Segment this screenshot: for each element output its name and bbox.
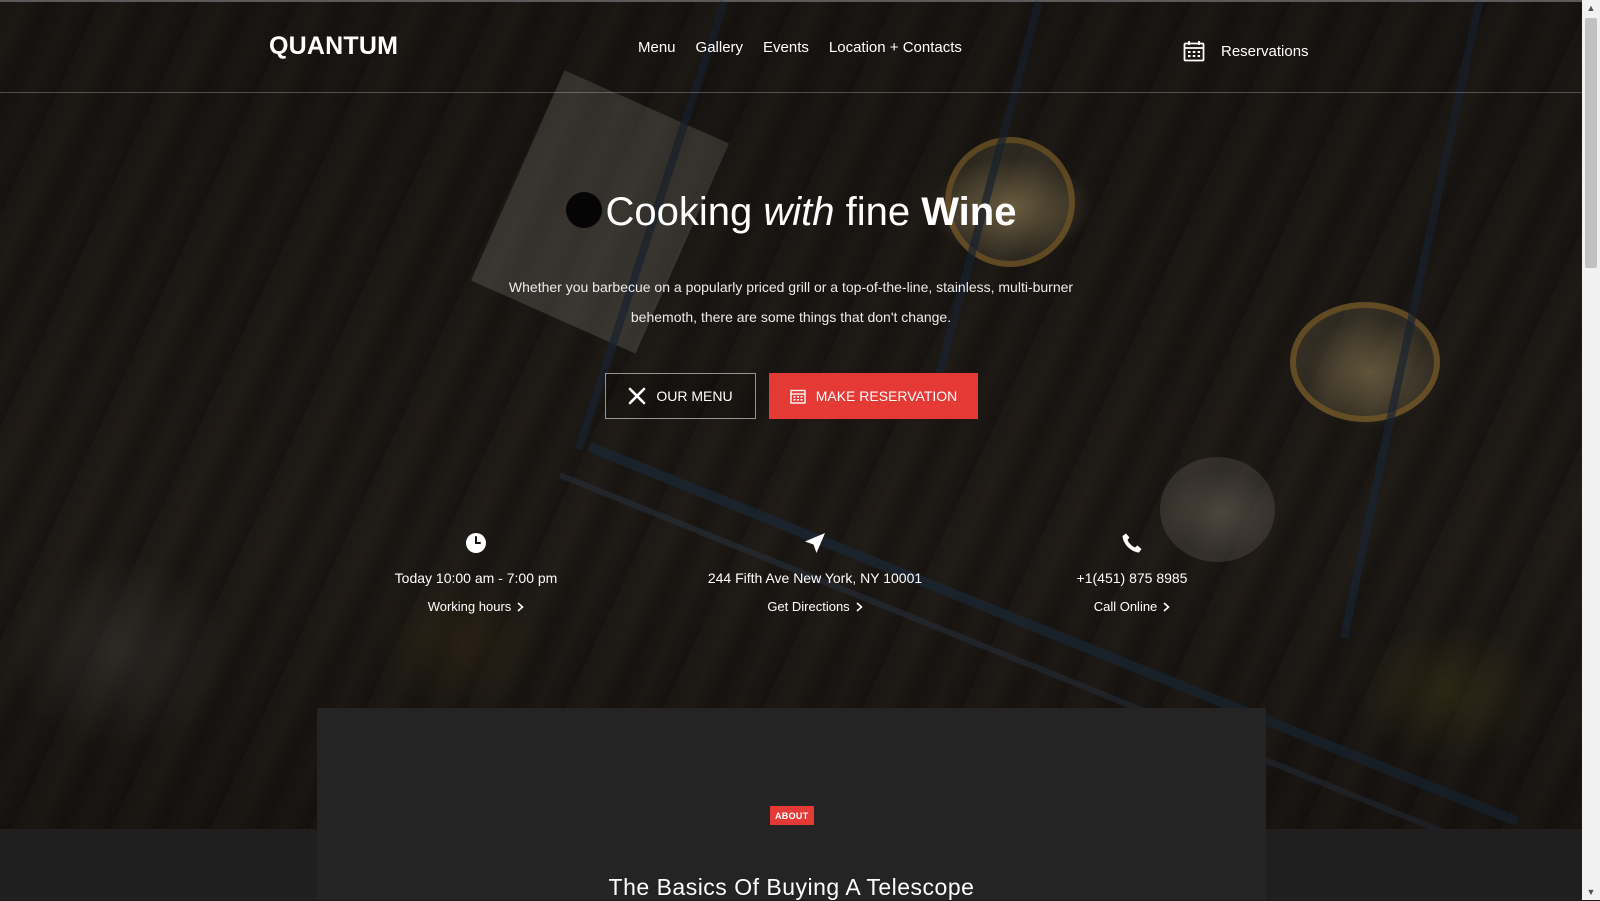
cutlery-icon: [629, 387, 646, 405]
headline-cooking: Cooking: [605, 190, 753, 234]
our-menu-label: OUR MENU: [656, 388, 733, 404]
nav-item-menu[interactable]: Menu: [638, 39, 676, 56]
nav-item-location-contacts[interactable]: Location + Contacts: [829, 39, 962, 56]
info-address: 244 Fifth Ave New York, NY 10001 Get Dir…: [665, 530, 965, 616]
call-online-label: Call Online: [1093, 599, 1158, 614]
headline-fine: fine: [845, 190, 911, 234]
chevron-right-icon: [856, 601, 863, 612]
phone-text: +1(451) 875 8985: [1076, 570, 1188, 586]
scroll-thumb[interactable]: [1585, 18, 1597, 268]
working-hours-label: Working hours: [427, 599, 512, 614]
get-directions-link[interactable]: Get Directions: [767, 599, 863, 614]
our-menu-button[interactable]: OUR MENU: [605, 373, 756, 419]
scroll-up-arrow[interactable]: ▲: [1582, 0, 1600, 16]
navigation-arrow-icon: [805, 533, 825, 553]
scrollbar[interactable]: ▲ ▼: [1582, 0, 1600, 900]
headline-dot: [565, 192, 602, 228]
headline-wine: Wine: [921, 190, 1017, 234]
logo[interactable]: QUANTUM: [269, 32, 398, 61]
make-reservation-button[interactable]: MAKE RESERVATION: [769, 373, 978, 419]
address-text: 244 Fifth Ave New York, NY 10001: [707, 570, 923, 586]
clock-icon: [466, 533, 486, 553]
info-phone: +1(451) 875 8985 Call Online: [982, 530, 1282, 616]
call-online-link[interactable]: Call Online: [1094, 599, 1171, 614]
about-section: ABOUT The Basics Of Buying A Telescope: [317, 708, 1266, 900]
nav-item-events[interactable]: Events: [763, 39, 809, 56]
working-hours-link[interactable]: Working hours: [428, 599, 525, 614]
reservations-link[interactable]: Reservations: [1183, 40, 1309, 62]
phone-icon: [1122, 533, 1142, 553]
about-title: The Basics Of Buying A Telescope: [608, 874, 975, 900]
reservations-label: Reservations: [1221, 42, 1309, 60]
hero-headline: Cooking with fine Wine: [0, 190, 1582, 235]
main-nav: Menu Gallery Events Location + Contacts: [638, 39, 962, 56]
calendar-icon: [790, 389, 806, 404]
info-hours: Today 10:00 am - 7:00 pm Working hours: [326, 530, 626, 616]
about-side-right: [1266, 829, 1582, 900]
headline-with: with: [763, 190, 835, 234]
scroll-down-arrow[interactable]: ▼: [1582, 884, 1600, 900]
nav-item-gallery[interactable]: Gallery: [696, 39, 744, 56]
about-side-left: [0, 829, 317, 900]
make-reservation-label: MAKE RESERVATION: [815, 388, 958, 404]
chevron-right-icon: [1163, 601, 1171, 612]
get-directions-label: Get Directions: [767, 599, 850, 614]
hero-lead: Whether you barbecue on a popularly pric…: [508, 279, 1074, 325]
chevron-right-icon: [517, 601, 524, 612]
calendar-icon: [1183, 41, 1205, 62]
site-header: QUANTUM Menu Gallery Events Location + C…: [0, 2, 1582, 93]
about-badge: ABOUT: [770, 806, 814, 825]
hours-text: Today 10:00 am - 7:00 pm: [394, 570, 558, 586]
